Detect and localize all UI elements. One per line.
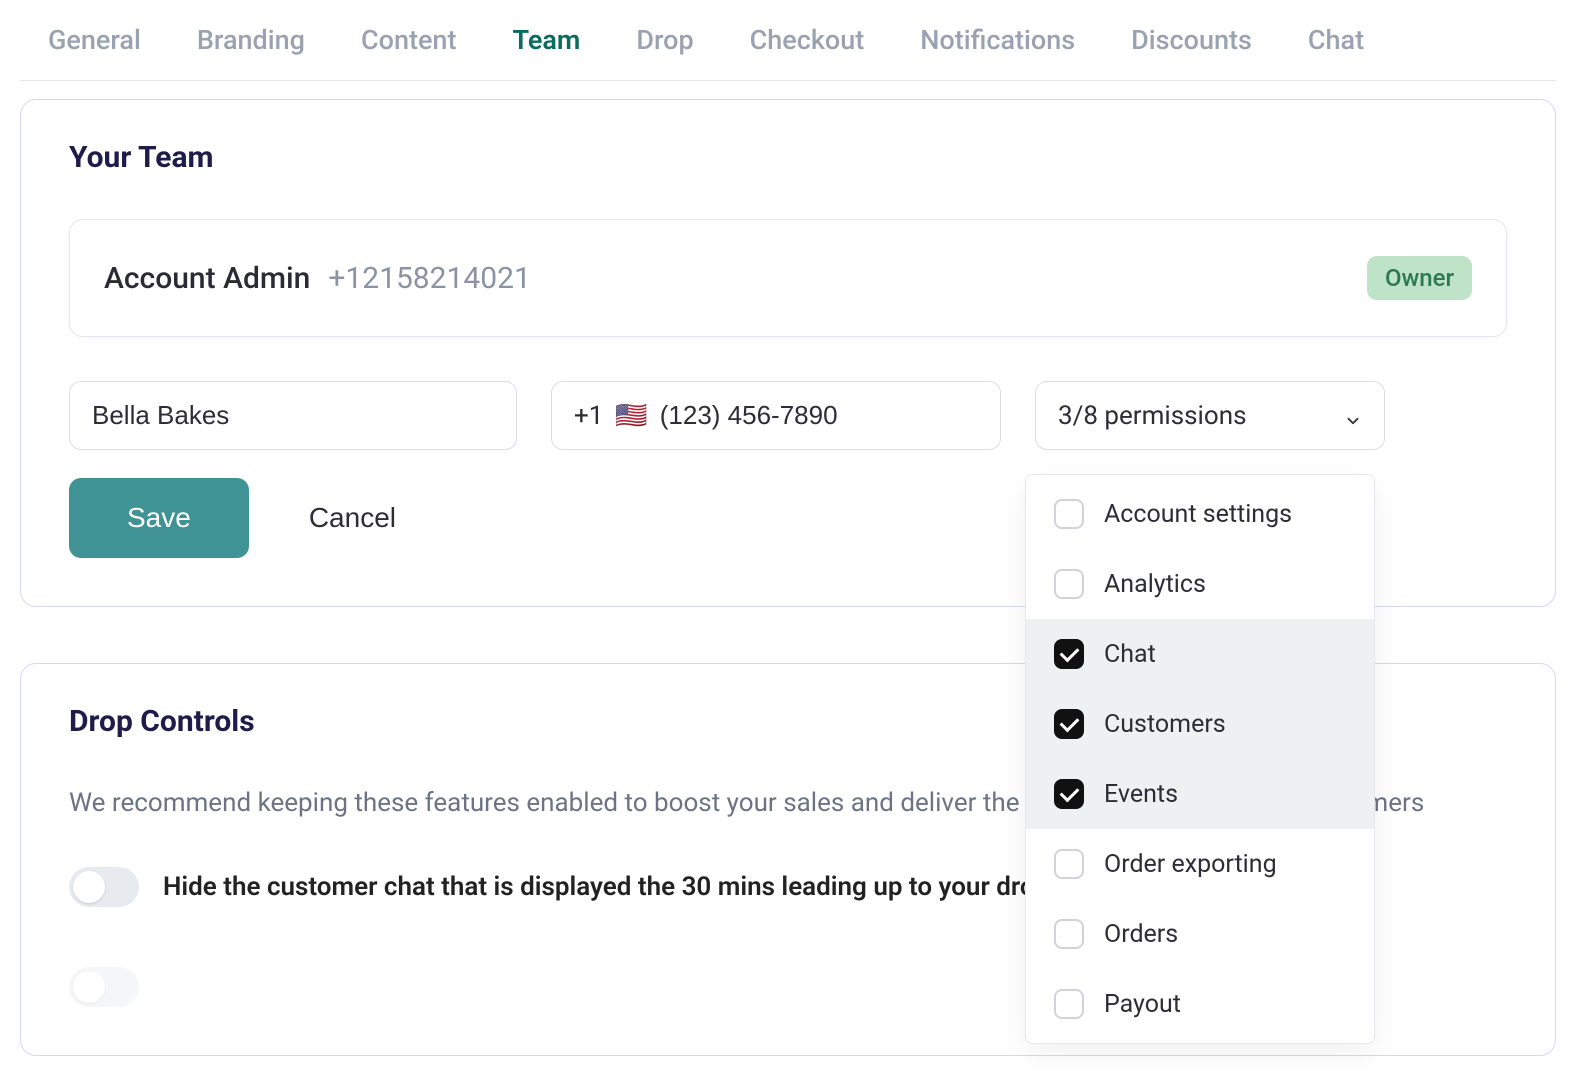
checkbox-checked-icon [1054, 709, 1084, 739]
toggle-knob-icon [73, 871, 105, 903]
perm-label: Order exporting [1104, 850, 1277, 879]
admin-name: Account Admin [104, 261, 310, 296]
perm-chat[interactable]: Chat [1026, 619, 1374, 689]
tab-content[interactable]: Content [361, 24, 456, 56]
checkbox-checked-icon [1054, 779, 1084, 809]
toggle-2[interactable] [69, 967, 139, 1007]
tab-branding[interactable]: Branding [197, 24, 305, 56]
admin-phone: +12158214021 [328, 261, 531, 296]
tab-chat[interactable]: Chat [1308, 24, 1364, 56]
perm-label: Analytics [1104, 570, 1206, 599]
toggle-hide-chat[interactable] [69, 867, 139, 907]
checkbox-unchecked-icon [1054, 989, 1084, 1019]
toggle-knob-icon [73, 971, 105, 1003]
perm-order-exporting[interactable]: Order exporting [1026, 829, 1374, 899]
member-phone-input[interactable]: +1 🇺🇸 [551, 381, 1001, 450]
flag-icon: 🇺🇸 [615, 401, 647, 431]
checkbox-checked-icon [1054, 639, 1084, 669]
perm-label: Orders [1104, 920, 1178, 949]
settings-tabs: General Branding Content Team Drop Check… [20, 0, 1556, 81]
owner-badge: Owner [1367, 256, 1472, 300]
perm-events[interactable]: Events [1026, 759, 1374, 829]
chevron-down-icon [1344, 407, 1362, 425]
checkbox-unchecked-icon [1054, 499, 1084, 529]
phone-number-field[interactable] [660, 400, 995, 431]
perm-label: Customers [1104, 710, 1226, 739]
perm-label: Events [1104, 780, 1178, 809]
checkbox-unchecked-icon [1054, 919, 1084, 949]
checkbox-unchecked-icon [1054, 849, 1084, 879]
permissions-select-label: 3/8 permissions [1058, 401, 1247, 431]
perm-orders[interactable]: Orders [1026, 899, 1374, 969]
perm-label: Chat [1104, 640, 1156, 669]
permissions-dropdown: Account settings Analytics Chat Customer… [1025, 474, 1375, 1044]
checkbox-unchecked-icon [1054, 569, 1084, 599]
perm-label: Account settings [1104, 500, 1292, 529]
save-button[interactable]: Save [69, 478, 249, 558]
perm-customers[interactable]: Customers [1026, 689, 1374, 759]
tab-checkout[interactable]: Checkout [750, 24, 865, 56]
perm-payout[interactable]: Payout [1026, 969, 1374, 1039]
admin-card: Account Admin +12158214021 Owner [69, 219, 1507, 337]
phone-country-code: +1 [574, 401, 603, 431]
tab-discounts[interactable]: Discounts [1131, 24, 1252, 56]
page-title: Your Team [69, 140, 1507, 175]
tab-notifications[interactable]: Notifications [920, 24, 1075, 56]
perm-analytics[interactable]: Analytics [1026, 549, 1374, 619]
permissions-select[interactable]: 3/8 permissions [1035, 381, 1385, 450]
tab-team[interactable]: Team [512, 24, 580, 56]
tab-drop[interactable]: Drop [636, 24, 693, 56]
toggle-hide-chat-label: Hide the customer chat that is displayed… [163, 872, 1049, 902]
cancel-button[interactable]: Cancel [309, 502, 396, 534]
member-name-input[interactable] [69, 381, 517, 450]
perm-account-settings[interactable]: Account settings [1026, 479, 1374, 549]
new-member-form: +1 🇺🇸 3/8 permissions [69, 381, 1507, 450]
tab-general[interactable]: General [48, 24, 141, 56]
perm-label: Payout [1104, 990, 1181, 1019]
